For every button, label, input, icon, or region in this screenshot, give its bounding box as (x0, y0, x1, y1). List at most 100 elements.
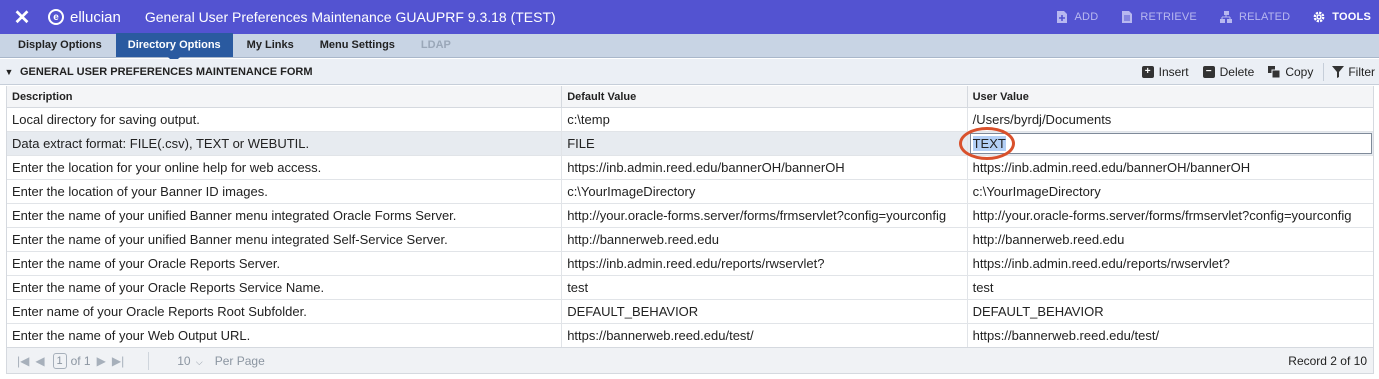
next-page-icon[interactable]: ▶ (97, 354, 106, 368)
first-page-icon[interactable]: |◀ (17, 354, 29, 368)
user-value-cell[interactable]: https://bannerweb.reed.edu/test/ (968, 324, 1373, 347)
description-cell: Enter the name of your unified Banner me… (7, 228, 563, 251)
table-row[interactable]: Enter name of your Oracle Reports Root S… (7, 300, 1373, 324)
filter-label: Filter (1348, 65, 1375, 79)
description-cell: Enter the location for your online help … (7, 156, 563, 179)
default-value-cell: https://bannerweb.reed.edu/test/ (562, 324, 968, 347)
table-row[interactable]: Enter the name of your Oracle Reports Se… (7, 276, 1373, 300)
default-value-cell: http://bannerweb.reed.edu (562, 228, 968, 251)
pagination-bar: |◀ ◀ 1 of 1 ▶ ▶| 10 ⌵ Per Page Record 2 … (6, 347, 1374, 374)
chevron-down-icon: ⌵ (195, 356, 203, 367)
default-value-cell: c:\temp (562, 108, 968, 131)
column-header-description[interactable]: Description (7, 86, 563, 107)
user-value-cell[interactable]: test (968, 276, 1373, 299)
tools-label: TOOLS (1332, 11, 1371, 23)
related-button[interactable]: RELATED (1219, 10, 1290, 24)
user-value-input[interactable]: TEXT (958, 127, 1372, 160)
page-size-select[interactable]: 10 ⌵ (177, 354, 203, 368)
selected-text: TEXT (972, 136, 1006, 151)
table-row[interactable]: Enter the name of your unified Banner me… (7, 204, 1373, 228)
retrieve-button[interactable]: RETRIEVE (1120, 10, 1197, 24)
default-value-cell: https://inb.admin.reed.edu/reports/rwser… (562, 252, 968, 275)
section-toolbar: + Insert − Delete Copy Filter (1128, 59, 1375, 85)
table-row[interactable]: Enter the location for your online help … (7, 156, 1373, 180)
gear-icon (1313, 11, 1325, 23)
page-title: General User Preferences Maintenance GUA… (144, 9, 556, 25)
section-header: ▼ GENERAL USER PREFERENCES MAINTENANCE F… (0, 59, 1379, 85)
title-bar: ✕ e ellucian General User Preferences Ma… (0, 0, 1379, 34)
user-value-cell[interactable]: c:\YourImageDirectory (968, 180, 1373, 203)
ellucian-logo: e ellucian (48, 9, 121, 26)
user-value-cell[interactable]: https://inb.admin.reed.edu/bannerOH/bann… (968, 156, 1373, 179)
page-count: of 1 (70, 353, 91, 368)
tools-button[interactable]: TOOLS (1312, 10, 1371, 24)
toolbar-divider (1323, 63, 1325, 81)
column-header-user-value[interactable]: User Value (968, 86, 1373, 107)
table-row[interactable]: Enter the name of your Oracle Reports Se… (7, 252, 1373, 276)
user-value-cell[interactable]: /Users/byrdj/Documents (968, 108, 1373, 131)
insert-label: Insert (1158, 65, 1189, 79)
copy-label: Copy (1285, 65, 1314, 79)
copy-icon (1268, 66, 1281, 78)
description-cell: Local directory for saving output. (7, 108, 563, 131)
pager-divider (148, 351, 150, 370)
table-row[interactable]: Enter the name of your Web Output URL. h… (7, 324, 1373, 348)
tab-my-links[interactable]: My Links (235, 33, 306, 57)
default-value-cell: test (562, 276, 968, 299)
default-value-cell: c:\YourImageDirectory (562, 180, 968, 203)
column-header-default-value[interactable]: Default Value (562, 86, 968, 107)
tab-directory-options[interactable]: Directory Options (115, 33, 233, 63)
description-cell: Enter the name of your unified Banner me… (7, 204, 563, 227)
table-row[interactable]: Local directory for saving output. c:\te… (7, 108, 1373, 132)
description-cell: Enter the name of your Web Output URL. (7, 324, 563, 347)
tab-menu-settings[interactable]: Menu Settings (308, 33, 407, 57)
tab-ldap: LDAP (420, 39, 451, 51)
brand-name: ellucian (70, 8, 121, 26)
previous-page-icon[interactable]: ◀ (35, 354, 44, 368)
default-value-cell: FILE (562, 132, 968, 155)
add-icon (1056, 11, 1067, 23)
add-button[interactable]: ADD (1055, 10, 1099, 24)
preferences-grid: Description Default Value User Value Loc… (6, 86, 1374, 348)
per-page-label: Per Page (214, 353, 265, 368)
page-number-input[interactable]: 1 (52, 352, 67, 369)
filter-button[interactable]: Filter (1332, 65, 1375, 79)
description-cell: Enter the name of your Oracle Reports Se… (7, 252, 563, 275)
user-value-cell[interactable]: http://your.oracle-forms.server/forms/fr… (968, 204, 1373, 227)
copy-button[interactable]: Copy (1268, 65, 1313, 79)
description-cell: Enter name of your Oracle Reports Root S… (7, 300, 563, 323)
close-icon[interactable]: ✕ (0, 0, 44, 34)
default-value-cell: https://inb.admin.reed.edu/bannerOH/bann… (562, 156, 968, 179)
grid-header: Description Default Value User Value (7, 86, 1373, 108)
user-value-cell: TEXT (958, 127, 1373, 160)
ellucian-logo-icon: e (48, 9, 64, 25)
related-icon (1219, 11, 1232, 23)
tab-bar: Display Options Directory Options My Lin… (0, 33, 1379, 63)
insert-button[interactable]: + Insert (1141, 65, 1189, 79)
delete-button[interactable]: − Delete (1202, 65, 1255, 79)
filter-icon (1332, 66, 1345, 78)
delete-label: Delete (1219, 65, 1255, 79)
title-actions: ADD RETRIEVE RELATED TOOLS (1033, 0, 1371, 34)
description-cell: Enter the location of your Banner ID ima… (7, 180, 563, 203)
last-page-icon[interactable]: ▶| (112, 354, 124, 368)
table-row-selected[interactable]: Data extract format: FILE(.csv), TEXT or… (7, 127, 1373, 160)
table-row[interactable]: Enter the name of your unified Banner me… (7, 228, 1373, 252)
collapse-caret-icon[interactable]: ▼ (2, 67, 16, 77)
description-cell: Data extract format: FILE(.csv), TEXT or… (7, 132, 563, 155)
table-row[interactable]: Enter the location of your Banner ID ima… (7, 180, 1373, 204)
retrieve-label: RETRIEVE (1140, 11, 1197, 23)
add-label: ADD (1074, 11, 1099, 23)
minus-icon: − (1202, 66, 1215, 78)
user-value-cell[interactable]: https://inb.admin.reed.edu/reports/rwser… (968, 252, 1373, 275)
page-size-value: 10 (177, 353, 191, 368)
user-value-cell[interactable]: http://bannerweb.reed.edu (968, 228, 1373, 251)
tab-display-options[interactable]: Display Options (6, 33, 114, 57)
record-count: Record 2 of 10 (1288, 353, 1367, 368)
section-title: GENERAL USER PREFERENCES MAINTENANCE FOR… (20, 65, 313, 78)
related-label: RELATED (1238, 11, 1291, 23)
plus-icon: + (1141, 66, 1154, 78)
default-value-cell: http://your.oracle-forms.server/forms/fr… (562, 204, 968, 227)
default-value-cell: DEFAULT_BEHAVIOR (562, 300, 968, 323)
user-value-cell[interactable]: DEFAULT_BEHAVIOR (968, 300, 1373, 323)
